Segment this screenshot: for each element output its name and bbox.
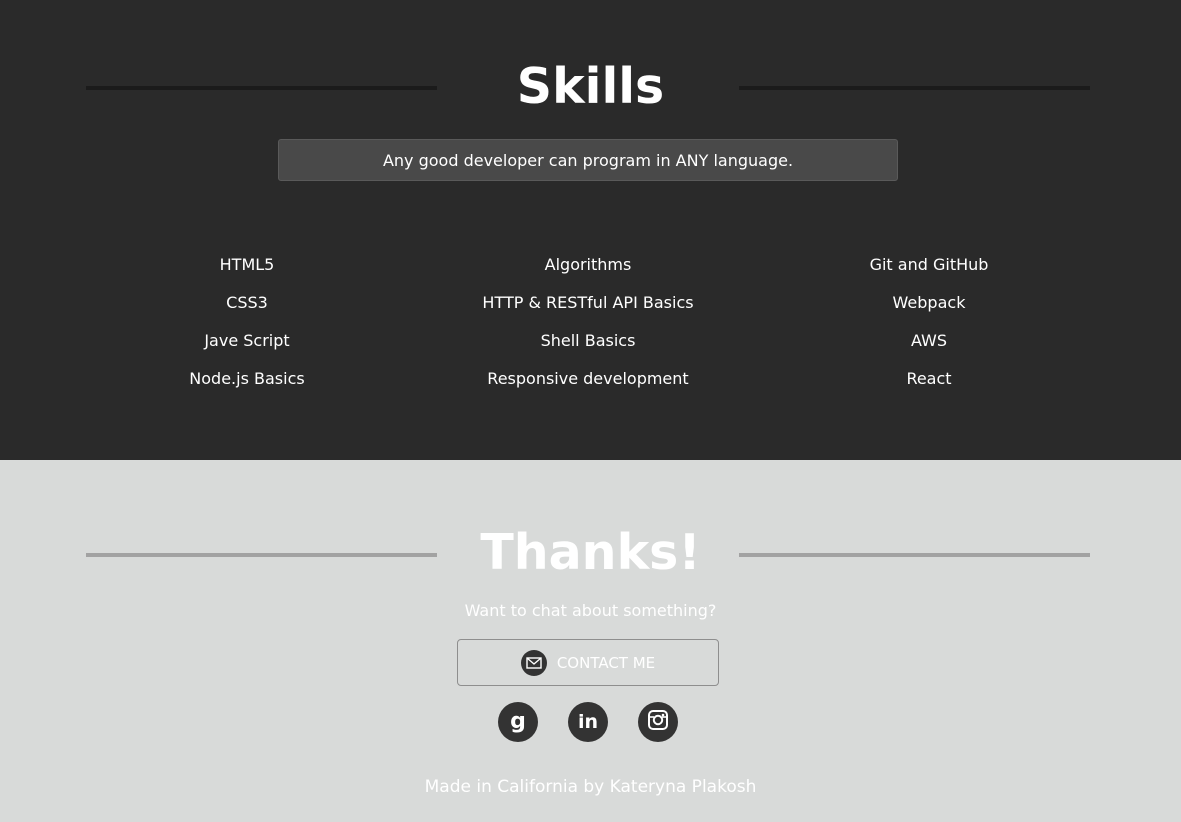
contact-me-button[interactable]: CONTACT ME xyxy=(457,639,719,686)
skill-item: HTML5 xyxy=(219,255,275,274)
skills-column-3: Git and GitHub Webpack AWS React xyxy=(759,246,1099,398)
skill-item: Shell Basics xyxy=(540,331,636,350)
instagram-link[interactable] xyxy=(638,702,678,742)
skills-quote: Any good developer can program in ANY la… xyxy=(278,139,898,181)
skill-item: Responsive development xyxy=(487,369,689,388)
footer-credit: Made in California by Kateryna Plakosh xyxy=(424,777,757,797)
skill-item: Git and GitHub xyxy=(869,255,989,274)
skill-item: Algorithms xyxy=(544,255,632,274)
chat-prompt: Want to chat about something? xyxy=(464,601,717,620)
goodreads-icon: g xyxy=(510,709,526,734)
skills-column-2: Algorithms HTTP & RESTful API Basics She… xyxy=(418,246,758,398)
linkedin-icon: in xyxy=(577,710,599,733)
skill-item: Node.js Basics xyxy=(189,369,305,388)
goodreads-link[interactable]: g xyxy=(498,702,538,742)
skill-item: React xyxy=(906,369,952,388)
skill-item: Jave Script xyxy=(204,331,290,350)
skill-item: CSS3 xyxy=(226,293,268,312)
skills-column-1: HTML5 CSS3 Jave Script Node.js Basics xyxy=(77,246,417,398)
skills-divider-right xyxy=(739,86,1090,90)
thanks-section: Thanks! Want to chat about something? CO… xyxy=(0,460,1181,822)
skills-section: Skills Any good developer can program in… xyxy=(0,0,1181,460)
thanks-divider-right xyxy=(739,553,1090,557)
skill-item: Webpack xyxy=(892,293,966,312)
contact-me-label: CONTACT ME xyxy=(556,653,656,672)
envelope-icon xyxy=(520,649,547,676)
skill-item: HTTP & RESTful API Basics xyxy=(482,293,694,312)
instagram-icon xyxy=(647,709,669,735)
skill-item: AWS xyxy=(910,331,948,350)
linkedin-link[interactable]: in xyxy=(568,702,608,742)
